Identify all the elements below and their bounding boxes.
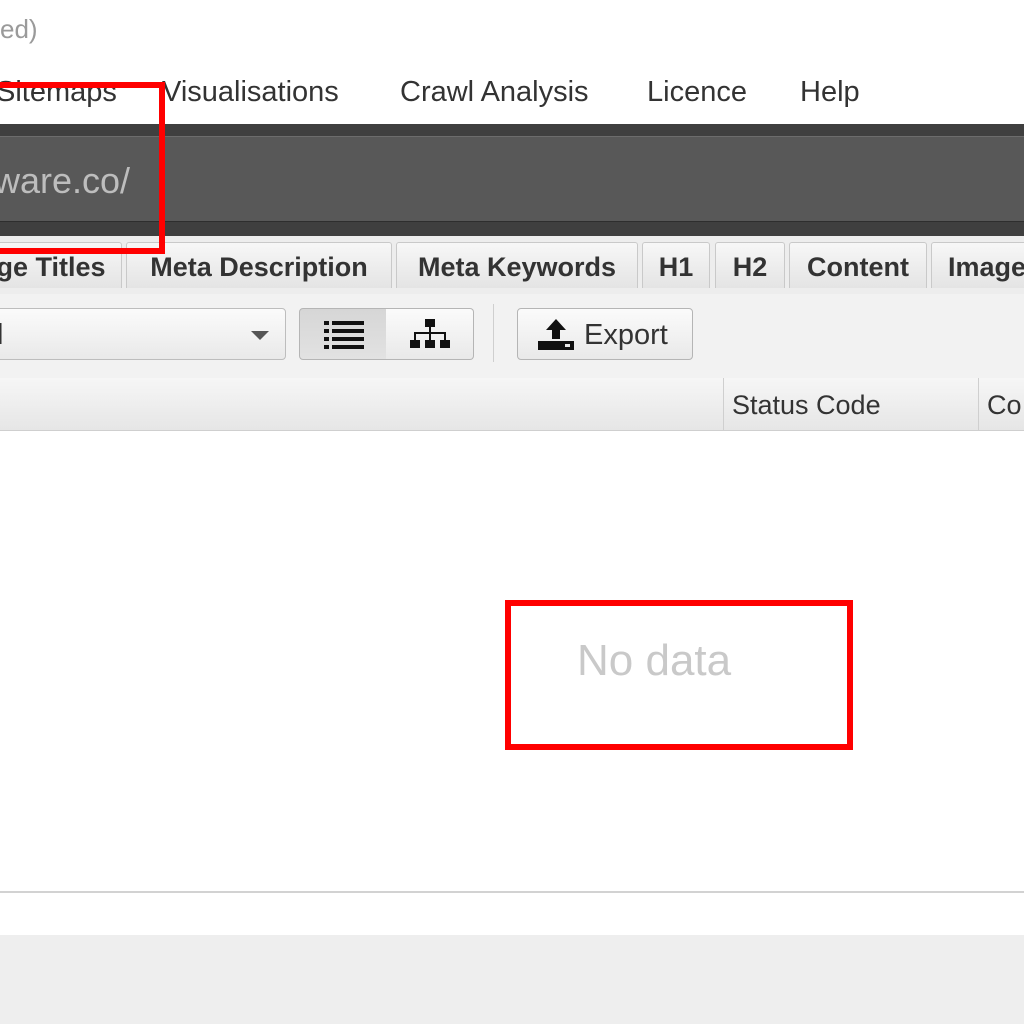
- tab-images[interactable]: Image: [931, 242, 1024, 288]
- bottom-panel: [0, 935, 1024, 1024]
- url-input[interactable]: [0, 136, 1024, 222]
- tab-content[interactable]: Content: [789, 242, 927, 288]
- column-header-address[interactable]: [0, 378, 723, 430]
- chevron-down-icon: [251, 331, 269, 340]
- export-button-label: Export: [584, 319, 668, 351]
- upload-tray-icon: [538, 319, 574, 350]
- tab-label: Image: [948, 252, 1024, 282]
- menu-bar: Sitemaps Visualisations Crawl Analysis L…: [0, 64, 1024, 124]
- filter-dropdown[interactable]: l: [0, 308, 286, 360]
- menu-sitemaps[interactable]: Sitemaps: [0, 76, 117, 109]
- url-input-value: ware.co/: [0, 160, 131, 201]
- sitemap-tree-icon: [410, 319, 450, 348]
- empty-state-message: No data: [577, 636, 732, 685]
- column-header-status-code[interactable]: Status Code: [723, 378, 978, 430]
- tab-h2[interactable]: H2: [715, 242, 785, 288]
- window-titlebar: ed): [0, 0, 1024, 64]
- menu-help[interactable]: Help: [800, 76, 860, 109]
- tab-strip: ge Titles Meta Description Meta Keywords…: [0, 236, 1024, 294]
- column-header-content-type[interactable]: Co: [978, 378, 1024, 430]
- tab-meta-keywords[interactable]: Meta Keywords: [396, 242, 638, 288]
- list-view-button[interactable]: [299, 308, 387, 360]
- tab-label: Meta Keywords: [417, 252, 617, 282]
- tab-label: Meta Description: [150, 252, 368, 282]
- tree-view-button[interactable]: [386, 308, 474, 360]
- menu-crawl-analysis[interactable]: Crawl Analysis: [400, 76, 589, 109]
- data-grid[interactable]: [0, 431, 1024, 891]
- tab-label: Content: [807, 252, 909, 282]
- tab-label: H1: [658, 252, 694, 282]
- menu-visualisations[interactable]: Visualisations: [162, 76, 339, 109]
- url-bar: ware.co/: [0, 124, 1024, 236]
- tab-label: ge Titles: [0, 252, 106, 282]
- tab-h1[interactable]: H1: [642, 242, 710, 288]
- tab-page-titles[interactable]: ge Titles: [0, 242, 122, 288]
- menu-licence[interactable]: Licence: [647, 76, 747, 109]
- list-icon: [324, 321, 364, 349]
- table-header: Status Code Co: [0, 378, 1024, 431]
- export-button[interactable]: Export: [517, 308, 693, 360]
- toolbar-separator: [493, 304, 494, 362]
- column-header-label: Status Code: [732, 390, 881, 420]
- filter-dropdown-value: l: [0, 319, 4, 351]
- toolbar: l Export: [0, 294, 1024, 379]
- tab-label: H2: [732, 252, 768, 282]
- column-header-label: Co: [987, 390, 1022, 420]
- window-title: ed): [0, 14, 38, 44]
- horizontal-scrollbar[interactable]: [0, 891, 1024, 937]
- tab-meta-description[interactable]: Meta Description: [126, 242, 392, 288]
